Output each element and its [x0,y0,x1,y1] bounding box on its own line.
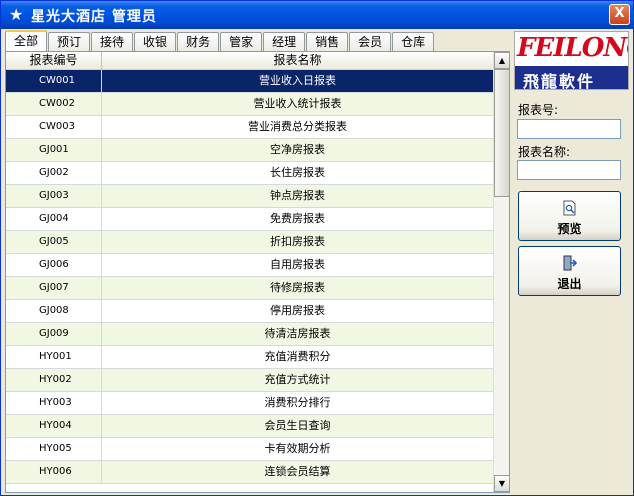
exit-button[interactable]: 退出 [518,246,621,296]
column-header-report-no[interactable]: 报表编号 [6,52,102,70]
cell-report-no: GJ009 [6,323,102,345]
company-logo: FEILONG 飛龍軟件 [514,31,629,90]
tab-housekeeping[interactable]: 管家 [220,32,263,51]
preview-button[interactable]: 预览 [518,191,621,241]
logo-text-bottom: 飛龍軟件 [523,72,596,90]
cell-report-name: 长住房报表 [102,162,494,184]
star-icon: ★ [9,5,24,24]
preview-icon [563,200,576,216]
scroll-down-button[interactable]: ▼ [494,475,509,492]
cell-report-no: HY005 [6,438,102,460]
cell-report-no: HY003 [6,392,102,414]
table-row[interactable]: GJ002 长住房报表 [6,162,494,185]
grid-rows: CW001 营业收入日报表 CW002 营业收入统计报表 CW003 营业消费总分类报表 G… [6,70,494,484]
table-row[interactable]: GJ009 待清洁房报表 [6,323,494,346]
cell-report-name: 钟点房报表 [102,185,494,207]
cell-report-name: 自用房报表 [102,254,494,276]
tab-warehouse[interactable]: 仓库 [392,32,435,51]
table-row[interactable]: HY001 充值消费积分 [6,346,494,369]
cell-report-name: 充值消费积分 [102,346,494,368]
tab-sales[interactable]: 销售 [306,32,349,51]
grid-header: 报表编号 报表名称 [6,52,494,70]
exit-door-icon [563,255,577,271]
table-row[interactable]: HY005 卡有效期分析 [6,438,494,461]
cell-report-name: 停用房报表 [102,300,494,322]
cell-report-no: HY004 [6,415,102,437]
cell-report-no: GJ008 [6,300,102,322]
cell-report-name: 消费积分排行 [102,392,494,414]
table-row[interactable]: HY003 消费积分排行 [6,392,494,415]
table-row[interactable]: HY006 连锁会员结算 [6,461,494,484]
table-row[interactable]: GJ001 空净房报表 [6,139,494,162]
tab-cashier[interactable]: 收银 [134,32,177,51]
table-row[interactable]: CW003 营业消费总分类报表 [6,116,494,139]
table-row[interactable]: GJ003 钟点房报表 [6,185,494,208]
cell-report-name: 折扣房报表 [102,231,494,253]
title-bar[interactable]: ★ 星光大酒店 管理员 X [1,1,633,29]
cell-report-no: GJ004 [6,208,102,230]
report-name-field[interactable] [517,160,621,180]
report-name-label: 报表名称: [518,145,571,159]
column-header-report-name[interactable]: 报表名称 [102,52,494,70]
cell-report-name: 营业消费总分类报表 [102,116,494,138]
table-row[interactable]: GJ007 待修房报表 [6,277,494,300]
cell-report-name: 充值方式统计 [102,369,494,391]
logo-text-top: FEILONG [517,33,628,63]
cell-report-name: 免费房报表 [102,208,494,230]
tab-manager[interactable]: 经理 [263,32,306,51]
table-row[interactable]: GJ006 自用房报表 [6,254,494,277]
table-row[interactable]: GJ008 停用房报表 [6,300,494,323]
cell-report-no: GJ003 [6,185,102,207]
table-row[interactable]: GJ005 折扣房报表 [6,231,494,254]
cell-report-no: HY002 [6,369,102,391]
cell-report-no: HY006 [6,461,102,483]
report-grid: 报表编号 报表名称 CW001 营业收入日报表 CW002 营业收入统计报表 CW003… [5,51,510,493]
category-tabs: 全部 预订 接待 收银 财务 管家 经理 销售 会员 仓库 [5,30,435,51]
cell-report-no: GJ002 [6,162,102,184]
exit-label: 退出 [557,277,582,291]
tab-all[interactable]: 全部 [5,30,48,51]
cell-report-no: HY001 [6,346,102,368]
vertical-scrollbar[interactable]: ▲ ▼ [493,52,509,492]
table-row[interactable]: CW001 营业收入日报表 [6,70,494,93]
main-window: ★ 星光大酒店 管理员 X 全部 预订 接待 收银 财务 管家 经理 销售 会员… [0,0,634,496]
cell-report-no: GJ006 [6,254,102,276]
table-row[interactable]: GJ004 免费房报表 [6,208,494,231]
cell-report-name: 营业收入日报表 [102,70,494,92]
table-row[interactable]: CW002 营业收入统计报表 [6,93,494,116]
preview-label: 预览 [557,222,582,236]
cell-report-name: 待修房报表 [102,277,494,299]
cell-report-name: 连锁会员结算 [102,461,494,483]
report-no-label: 报表号: [518,103,559,117]
scroll-thumb[interactable] [494,69,509,197]
cell-report-no: GJ001 [6,139,102,161]
cell-report-name: 会员生日查询 [102,415,494,437]
cell-report-no: GJ005 [6,231,102,253]
cell-report-no: CW003 [6,116,102,138]
cell-report-no: GJ007 [6,277,102,299]
table-row[interactable]: HY004 会员生日查询 [6,415,494,438]
scroll-up-button[interactable]: ▲ [494,52,509,69]
cell-report-name: 卡有效期分析 [102,438,494,460]
tab-finance[interactable]: 财务 [177,32,220,51]
cell-report-no: CW002 [6,93,102,115]
tab-member[interactable]: 会员 [349,32,392,51]
report-no-field[interactable] [517,119,621,139]
tab-booking[interactable]: 预订 [48,32,91,51]
cell-report-name: 营业收入统计报表 [102,93,494,115]
tab-reception[interactable]: 接待 [91,32,134,51]
cell-report-name: 空净房报表 [102,139,494,161]
cell-report-no: CW001 [6,70,102,92]
close-button[interactable]: X [609,4,630,25]
cell-report-name: 待清洁房报表 [102,323,494,345]
window-title: 星光大酒店 管理员 [31,9,157,25]
table-row[interactable]: HY002 充值方式统计 [6,369,494,392]
